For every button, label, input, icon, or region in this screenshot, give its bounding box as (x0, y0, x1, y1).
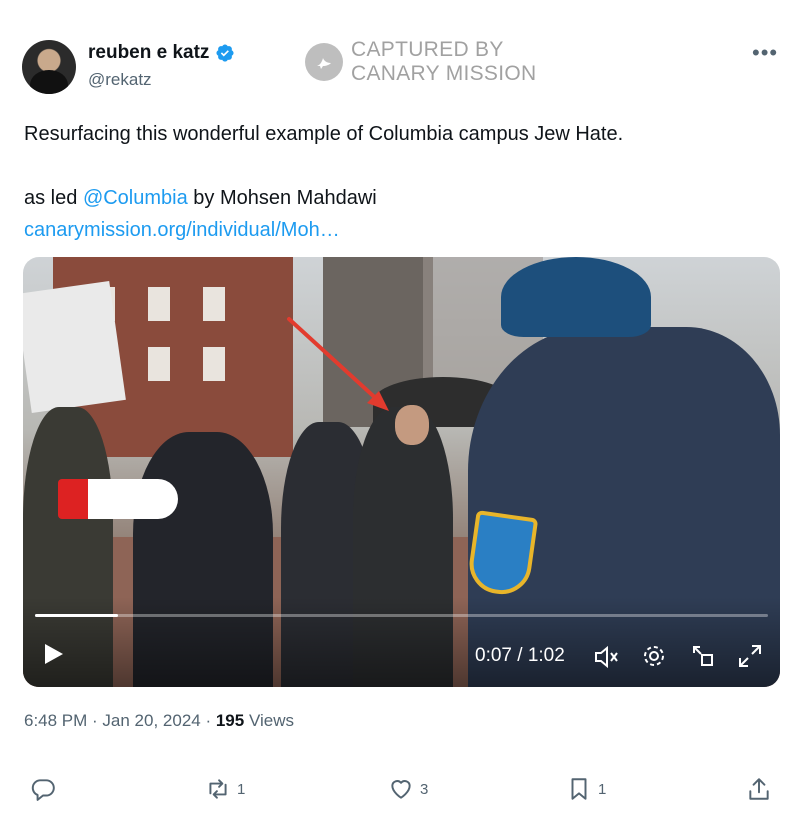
watermark: CAPTURED BY CANARY MISSION (305, 38, 536, 86)
watermark-line1: CAPTURED BY (351, 38, 504, 61)
author-avatar[interactable] (22, 40, 76, 94)
video-protest-sign (23, 280, 126, 414)
action-bar: 1 3 1 (0, 770, 800, 810)
views-label: Views (244, 711, 294, 730)
retweet-count: 1 (237, 780, 246, 798)
like-button[interactable]: 3 (388, 776, 428, 802)
tweet-line-3: as led @Columbia by Mohsen Mahdawi (24, 182, 764, 214)
pip-icon[interactable] (690, 643, 716, 669)
like-count: 3 (420, 780, 429, 798)
tweet-line-3-suffix: by Mohsen Mahdawi (187, 187, 377, 209)
video-time: 0:07 / 1:02 (475, 645, 565, 666)
volume-icon[interactable] (593, 644, 621, 670)
author-display-name[interactable]: reuben e katz (88, 42, 209, 64)
tweet-date[interactable]: Jan 20, 2024 (102, 711, 200, 730)
bookmark-icon (571, 778, 587, 800)
mention-link[interactable]: @Columbia (83, 187, 188, 209)
watermark-text: CAPTURED BY CANARY MISSION (351, 38, 536, 86)
share-button[interactable] (746, 776, 772, 802)
video-controls-gradient (23, 597, 780, 687)
url-link[interactable]: canarymission.org/individual/Moh… (24, 214, 764, 246)
video-progress-bar[interactable] (35, 614, 768, 617)
tweet-meta: 6:48 PM · Jan 20, 2024 · 195 Views (24, 711, 294, 731)
views-count: 195 (215, 711, 245, 730)
share-icon (749, 778, 769, 800)
retweet-button[interactable]: 1 (205, 776, 245, 802)
tweet-time[interactable]: 6:48 PM (24, 711, 87, 730)
bookmark-count: 1 (598, 780, 607, 798)
watermark-line2: CANARY MISSION (351, 62, 537, 85)
verified-badge-icon (216, 44, 234, 62)
video-beanie (501, 257, 651, 337)
settings-icon[interactable] (641, 643, 667, 669)
video-progress-fill (35, 614, 118, 617)
retweet-icon (209, 779, 227, 799)
meta-separator-1: · (87, 711, 103, 730)
play-icon[interactable] (43, 642, 65, 666)
canary-bird-icon (305, 43, 343, 81)
bookmark-button[interactable]: 1 (566, 776, 606, 802)
tweet-line-1: Resurfacing this wonderful example of Co… (24, 123, 624, 145)
tweet-line-3-prefix: as led (24, 187, 83, 209)
author-handle[interactable]: @rekatz (88, 70, 152, 90)
video-player[interactable]: 0:07 / 1:02 (23, 257, 780, 687)
red-arrow-annotation (287, 317, 389, 411)
fullscreen-icon[interactable] (737, 643, 763, 669)
video-person-face (395, 405, 429, 445)
reply-button[interactable] (30, 776, 62, 802)
reply-icon (31, 779, 55, 801)
more-icon[interactable]: ••• (752, 40, 778, 66)
video-megaphone (58, 479, 178, 519)
tweet-text: Resurfacing this wonderful example of Co… (24, 118, 764, 246)
like-icon (391, 780, 411, 799)
meta-separator-2: · (200, 711, 216, 730)
author-name-row: reuben e katz (88, 42, 235, 64)
